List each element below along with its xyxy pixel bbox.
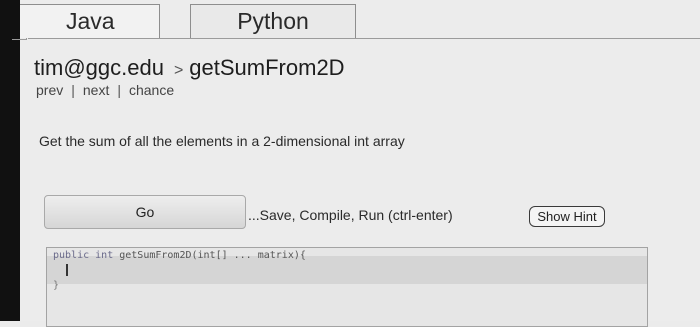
breadcrumb: tim@ggc.edu > getSumFrom2D	[34, 55, 345, 81]
tab-python-label: Python	[237, 8, 309, 34]
nav-divider: |	[117, 82, 121, 98]
tab-python[interactable]: Python	[190, 4, 356, 38]
chance-link[interactable]: chance	[129, 82, 174, 98]
code-keyword-public: public	[53, 250, 90, 261]
screen-left-edge	[0, 0, 20, 321]
code-keyword-int: int	[95, 250, 114, 261]
tab-java-label: Java	[66, 8, 115, 34]
go-button-label: Go	[135, 204, 155, 220]
nav-divider: |	[71, 82, 75, 98]
save-compile-run-hint: ...Save, Compile, Run (ctrl-enter)	[248, 207, 453, 223]
breadcrumb-problem: getSumFrom2D	[189, 55, 345, 80]
code-editor[interactable]: public int getSumFrom2D(int[] ... matrix…	[46, 247, 648, 327]
problem-nav: prev | next | chance	[36, 82, 174, 98]
show-hint-button[interactable]: Show Hint	[529, 206, 605, 227]
go-button[interactable]: Go	[44, 195, 246, 229]
text-caret	[66, 264, 68, 276]
prev-link[interactable]: prev	[36, 82, 63, 98]
problem-description: Get the sum of all the elements in a 2-d…	[39, 133, 405, 149]
breadcrumb-user[interactable]: tim@ggc.edu	[34, 55, 164, 81]
code-line-closing-brace: }	[53, 280, 60, 291]
code-signature: getSumFrom2D(int[] ... matrix){	[119, 250, 306, 261]
coding-page: Java Python tim@ggc.edu > getSumFrom2D p…	[12, 0, 700, 327]
tab-bar-divider	[28, 38, 700, 39]
code-line-signature: public int getSumFrom2D(int[] ... matrix…	[53, 250, 306, 261]
breadcrumb-separator: >	[173, 62, 184, 79]
tab-java[interactable]: Java	[20, 4, 160, 38]
show-hint-label: Show Hint	[537, 209, 597, 224]
next-link[interactable]: next	[83, 82, 109, 98]
